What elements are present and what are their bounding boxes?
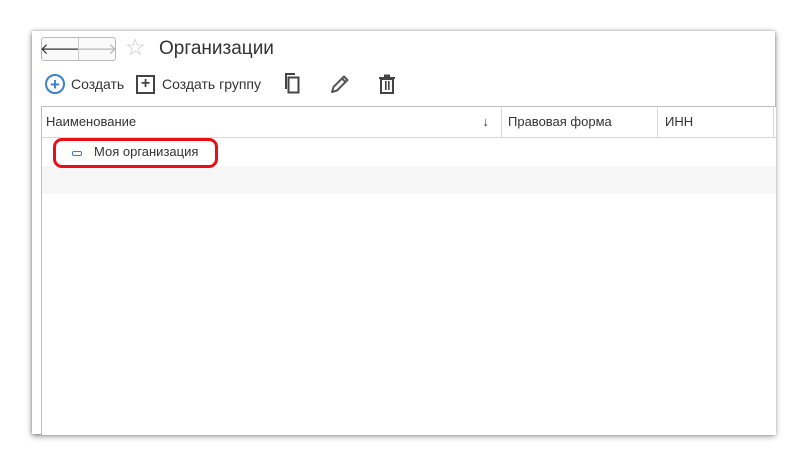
create-button[interactable]: + Создать <box>45 71 124 97</box>
page-title: Организации <box>159 38 274 59</box>
column-header-name-label: Наименование <box>46 114 137 129</box>
table-header: Наименование ↓ Правовая форма ИНН <box>42 107 776 138</box>
element-marker-icon <box>72 151 82 156</box>
toolbar: + Создать + Создать группу <box>32 71 775 97</box>
forward-arrow-icon: 🡒 <box>76 40 118 58</box>
plus-square-icon: + <box>136 74 155 94</box>
back-arrow-icon: 🡐 <box>39 40 81 58</box>
favorite-star-icon[interactable]: ☆ <box>125 36 146 59</box>
row-name-cell: Моя организация <box>94 144 199 159</box>
column-header-legal-form[interactable]: Правовая форма <box>502 107 658 137</box>
back-button[interactable]: 🡐 <box>39 38 81 60</box>
create-group-label: Создать группу <box>162 76 261 92</box>
navigation-buttons: 🡐 🡒 <box>39 37 118 61</box>
create-group-button[interactable]: + Создать группу <box>136 71 261 97</box>
organizations-window: 🡐 🡒 ☆ Организации + Создать + Создать гр… <box>32 31 776 435</box>
create-label: Создать <box>71 76 125 92</box>
empty-table-row <box>42 166 776 194</box>
delete-button[interactable] <box>377 71 397 97</box>
organizations-table: Наименование ↓ Правовая форма ИНН Моя ор… <box>41 106 776 435</box>
trash-icon <box>379 74 395 94</box>
table-row[interactable]: Моя организация <box>42 138 776 166</box>
plus-circle-icon: + <box>45 74 65 94</box>
sort-arrow-icon: ↓ <box>482 114 490 129</box>
forward-button[interactable]: 🡒 <box>76 38 118 60</box>
pencil-icon <box>331 75 349 93</box>
copy-icon <box>285 73 300 94</box>
edit-button[interactable] <box>329 71 351 97</box>
column-header-name[interactable]: Наименование ↓ <box>42 107 502 137</box>
copy-button[interactable] <box>281 71 301 97</box>
column-header-inn[interactable]: ИНН <box>658 107 774 137</box>
